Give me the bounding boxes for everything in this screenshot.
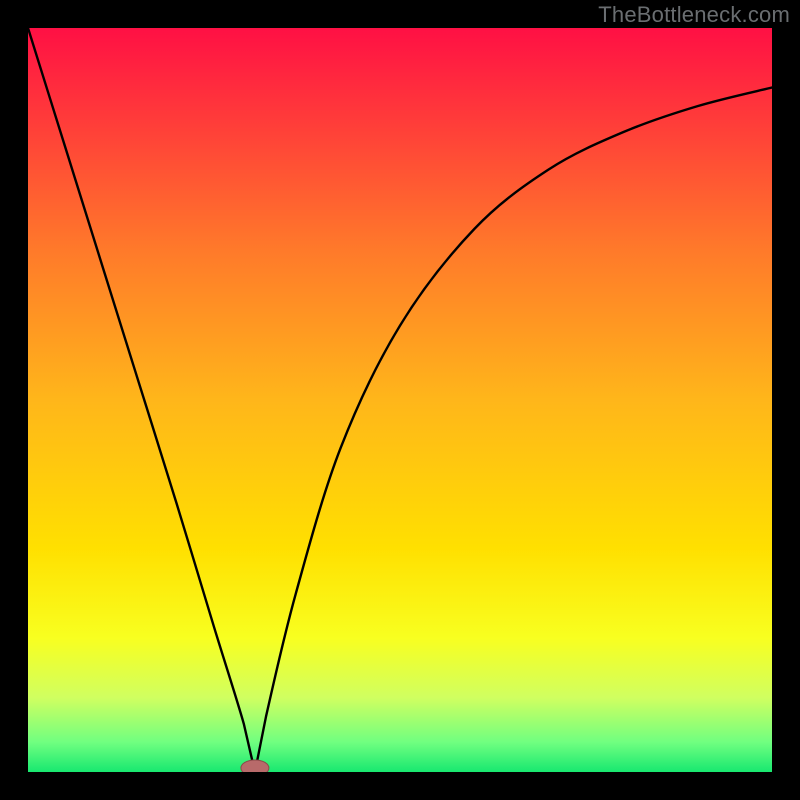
plot-svg [28, 28, 772, 772]
plot-area [28, 28, 772, 772]
chart-frame: TheBottleneck.com [0, 0, 800, 800]
minimum-marker [241, 760, 269, 772]
gradient-bg [28, 28, 772, 772]
watermark-text: TheBottleneck.com [598, 2, 790, 28]
